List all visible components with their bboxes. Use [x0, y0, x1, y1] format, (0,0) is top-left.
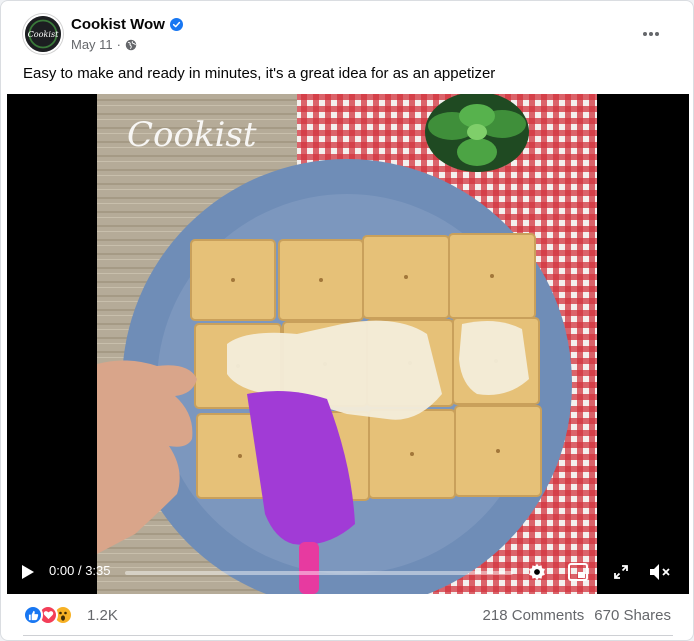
svg-text:Cookist: Cookist: [28, 29, 60, 39]
post-caption: Easy to make and ready in minutes, it's …: [23, 65, 496, 82]
video-time: 0:00 / 3:35: [49, 563, 111, 578]
page-name-row: Cookist Wow: [71, 16, 183, 33]
verified-badge-icon: [169, 18, 183, 31]
like-icon: [23, 605, 43, 625]
volume-button[interactable]: [647, 561, 673, 583]
footer-divider: [23, 635, 673, 636]
miniplayer-button[interactable]: [567, 561, 589, 583]
more-options-button[interactable]: [637, 20, 665, 48]
post-date[interactable]: May 11: [71, 37, 113, 52]
engagement-stats: 218 Comments 670 Shares: [483, 607, 671, 624]
settings-icon: [529, 563, 545, 581]
video-watermark: Cookist: [127, 115, 257, 155]
cookist-logo-icon: Cookist: [25, 16, 61, 52]
fullscreen-button[interactable]: [610, 561, 632, 583]
reaction-count[interactable]: 1.2K: [87, 607, 118, 624]
page-name[interactable]: Cookist Wow: [71, 16, 165, 33]
succulent-plant: [425, 94, 529, 172]
current-time: 0:00: [49, 563, 75, 578]
post-meta: May 11 ·: [71, 37, 137, 52]
video-player[interactable]: Cookist 0:00 / 3:35: [7, 94, 689, 594]
globe-icon[interactable]: [125, 39, 137, 51]
volume-muted-icon: [650, 564, 670, 580]
progress-bar[interactable]: [125, 571, 513, 575]
miniplayer-icon: [568, 563, 588, 581]
duration: 3:35: [85, 563, 111, 578]
fullscreen-icon: [614, 565, 628, 579]
video-thumbnail: Cookist: [97, 94, 597, 594]
reaction-icons[interactable]: [23, 605, 73, 625]
settings-button[interactable]: [525, 560, 549, 584]
video-frame[interactable]: Cookist: [97, 94, 597, 594]
post-card: Cookist Cookist Wow May 11 · Easy to mak…: [0, 0, 694, 641]
page-avatar[interactable]: Cookist: [23, 14, 63, 54]
play-button[interactable]: [17, 562, 39, 582]
shares-count[interactable]: 670 Shares: [594, 607, 671, 624]
comments-count[interactable]: 218 Comments: [483, 607, 585, 624]
engagement-bar: 1.2K 218 Comments 670 Shares: [23, 601, 673, 629]
meta-separator: ·: [116, 37, 122, 52]
time-slash: /: [77, 563, 82, 578]
video-controls: 0:00 / 3:35: [7, 550, 689, 594]
more-dots-icon: [643, 32, 659, 36]
post-header: Cookist Cookist Wow May 11 ·: [23, 14, 673, 58]
play-icon: [22, 565, 34, 579]
